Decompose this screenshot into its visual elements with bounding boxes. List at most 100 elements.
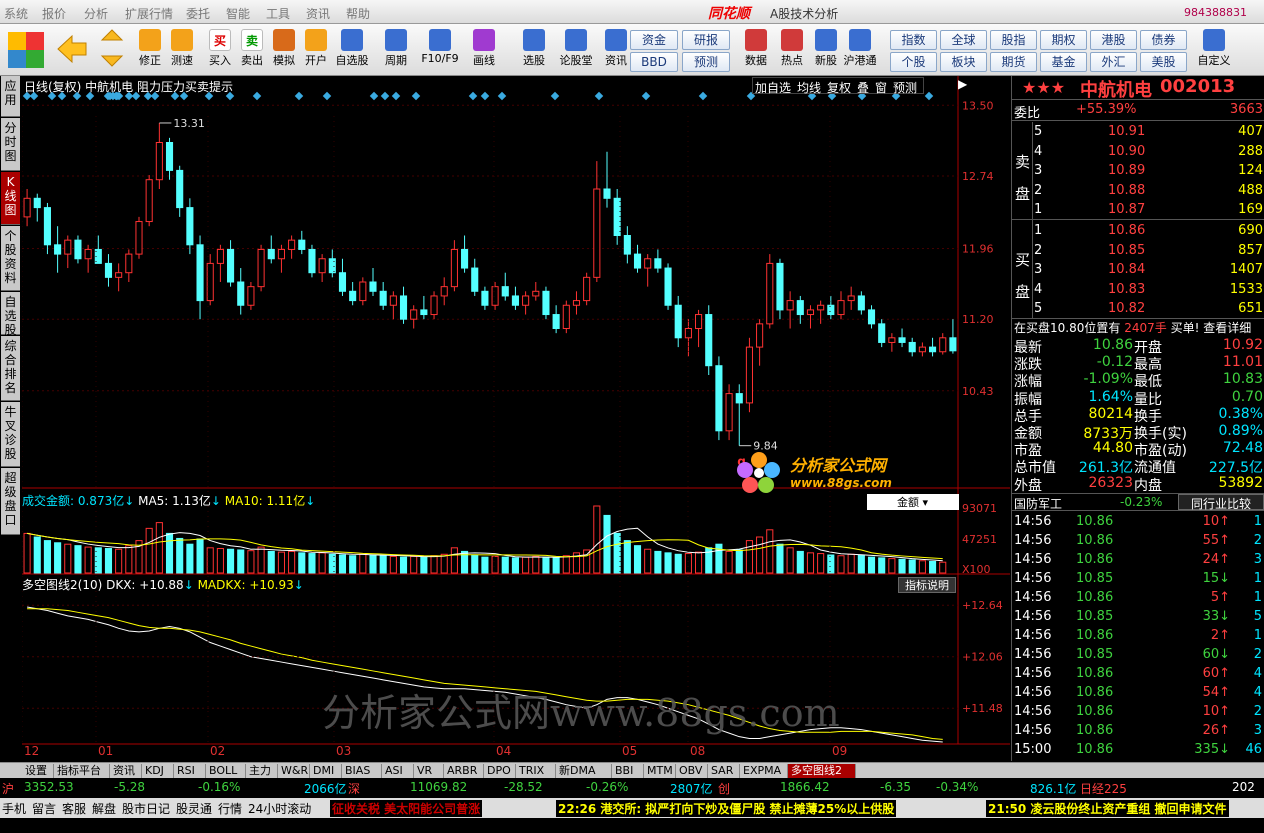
indicator-tab-15[interactable]: 新DMA xyxy=(556,764,612,778)
chart-tool-2[interactable]: 复权 xyxy=(827,79,851,96)
left-tab-7[interactable]: 超级盘口 xyxy=(1,468,20,535)
sector-name[interactable]: 国防军工 xyxy=(1014,495,1062,512)
menu-4[interactable]: 委托 xyxy=(186,5,210,22)
toolbar-btn-11[interactable]: 论股堂 xyxy=(556,26,596,74)
indicator-tab-8[interactable]: DMI xyxy=(310,764,342,778)
buy-row-3[interactable]: 3 10.84 1407 xyxy=(1012,262,1264,281)
toolbar-btn-13[interactable]: 数据 xyxy=(736,26,776,74)
left-tab-3[interactable]: 个股资料 xyxy=(1,226,20,291)
menu-3[interactable]: 扩展行情 xyxy=(125,5,173,22)
indicator-tab-20[interactable]: EXPMA xyxy=(740,764,788,778)
chart-arrow-icon[interactable]: ▶ xyxy=(958,77,974,93)
buy-row-4[interactable]: 4 10.83 1533 xyxy=(1012,282,1264,301)
sell-row-3[interactable]: 3 10.89 124 xyxy=(1012,163,1264,182)
indicator-tab-11[interactable]: VR xyxy=(414,764,444,778)
news-item-2[interactable]: 22:26 港交所: 拟严打向下炒及僵尸股 禁止摊薄25%以上供股 xyxy=(556,800,897,817)
indicator-tab-18[interactable]: OBV xyxy=(676,764,708,778)
sell-row-5[interactable]: 5 10.91 407 xyxy=(1012,124,1264,143)
toolbar-btn-5[interactable]: 开户 xyxy=(296,26,336,74)
menu-2[interactable]: 分析 xyxy=(84,5,108,22)
indicator-tab-3[interactable]: KDJ xyxy=(142,764,174,778)
indicator-tab-9[interactable]: BIAS xyxy=(342,764,382,778)
left-tab-4[interactable]: 自选股 xyxy=(1,292,20,337)
menu-7[interactable]: 资讯 xyxy=(306,5,330,22)
back-arrow-icon[interactable] xyxy=(56,34,88,64)
chart-tool-5[interactable]: 预测 xyxy=(893,79,917,96)
buy-row-1[interactable]: 1 10.86 690 xyxy=(1012,223,1264,242)
indicator-tab-0[interactable]: 设置 xyxy=(22,764,54,778)
menu-5[interactable]: 智能 xyxy=(226,5,250,22)
indicator-tab-4[interactable]: RSI xyxy=(174,764,206,778)
grid-btn-0-0[interactable]: 资金 xyxy=(630,30,678,50)
left-tab-5[interactable]: 综合排名 xyxy=(1,336,20,401)
status-item-7[interactable]: 24小时滚动 xyxy=(248,800,311,817)
market-btn-1-2[interactable]: 期货 xyxy=(990,52,1037,72)
menu-0[interactable]: 系统 xyxy=(4,5,28,22)
compare-button[interactable]: 同行业比较 xyxy=(1178,494,1264,511)
toolbar-btn-10[interactable]: 选股 xyxy=(514,26,554,74)
left-tab-0[interactable]: 应用 xyxy=(1,76,20,117)
sell-row-2[interactable]: 2 10.88 488 xyxy=(1012,183,1264,202)
market-btn-0-3[interactable]: 期权 xyxy=(1040,30,1087,50)
news-item-1[interactable]: 征收关税 美太阳能公司普涨 xyxy=(330,800,483,817)
chart-tool-3[interactable]: 叠 xyxy=(857,79,869,96)
buy-row-2[interactable]: 2 10.85 857 xyxy=(1012,243,1264,262)
indicator-tab-10[interactable]: ASI xyxy=(382,764,414,778)
indicator-help-button[interactable]: 指标说明 xyxy=(898,577,956,593)
indicator-tab-21[interactable]: 多空图线2 xyxy=(788,764,856,778)
kline-chart-area[interactable]: 13.50 12.74 11.96 11.20 10.43 13.31 9.84 q 93071… xyxy=(22,76,1010,761)
market-btn-1-0[interactable]: 个股 xyxy=(890,52,937,72)
indicator-tab-6[interactable]: 主力 xyxy=(246,764,278,778)
indicator-tab-1[interactable]: 指标平台 xyxy=(54,764,110,778)
status-item-3[interactable]: 解盘 xyxy=(92,800,116,817)
chart-tool-0[interactable]: 加自选 xyxy=(755,79,791,96)
menu-8[interactable]: 帮助 xyxy=(346,5,370,22)
status-item-5[interactable]: 股灵通 xyxy=(176,800,212,817)
market-btn-0-1[interactable]: 全球 xyxy=(940,30,987,50)
market-btn-1-4[interactable]: 外汇 xyxy=(1090,52,1137,72)
sell-row-1[interactable]: 1 10.87 169 xyxy=(1012,202,1264,221)
menu-6[interactable]: 工具 xyxy=(266,5,290,22)
market-btn-1-5[interactable]: 美股 xyxy=(1140,52,1187,72)
toolbar-btn-9[interactable]: 画线 xyxy=(464,26,504,74)
indicator-tab-5[interactable]: BOLL xyxy=(206,764,246,778)
menu-1[interactable]: 报价 xyxy=(42,5,66,22)
toolbar-btn-6[interactable]: 自选股 xyxy=(332,26,372,74)
market-btn-0-0[interactable]: 指数 xyxy=(890,30,937,50)
left-tab-6[interactable]: 牛叉诊股 xyxy=(1,402,20,467)
market-btn-1-1[interactable]: 板块 xyxy=(940,52,987,72)
toolbar-btn-8[interactable]: F10/F9 xyxy=(420,26,460,74)
toolbar-btn-7[interactable]: 周期 xyxy=(376,26,416,74)
indicator-tab-13[interactable]: DPO xyxy=(484,764,516,778)
note-detail-link[interactable]: 查看详细 xyxy=(1203,321,1251,335)
up-down-arrows-icon[interactable] xyxy=(100,28,124,72)
status-item-6[interactable]: 行情 xyxy=(218,800,242,817)
grid-btn-0-1[interactable]: 研报 xyxy=(682,30,730,50)
indicator-tab-14[interactable]: TRIX xyxy=(516,764,556,778)
indicator-tab-2[interactable]: 资讯 xyxy=(110,764,142,778)
status-item-2[interactable]: 客服 xyxy=(62,800,86,817)
indicator-tab-16[interactable]: BBI xyxy=(612,764,644,778)
status-item-4[interactable]: 股市日记 xyxy=(122,800,170,817)
buy-row-5[interactable]: 5 10.82 651 xyxy=(1012,301,1264,320)
news-item-3[interactable]: 21:50 凌云股份终止资产重组 撤回申请文件 xyxy=(986,800,1229,817)
status-item-1[interactable]: 留言 xyxy=(32,800,56,817)
market-btn-0-2[interactable]: 股指 xyxy=(990,30,1037,50)
indicator-tab-7[interactable]: W&R xyxy=(278,764,310,778)
chart-tool-1[interactable]: 均线 xyxy=(797,79,821,96)
grid-btn-1-0[interactable]: BBD xyxy=(630,52,678,72)
chart-tool-4[interactable]: 窗 xyxy=(875,79,887,96)
indicator-tab-17[interactable]: MTM xyxy=(644,764,676,778)
toolbar-btn-16[interactable]: 沪港通 xyxy=(840,26,880,74)
left-tab-1[interactable]: 分时图 xyxy=(1,118,20,171)
toolbar-btn-1[interactable]: 测速 xyxy=(162,26,202,74)
chart-canvas[interactable]: 13.5012.7411.9611.2010.4313.319.84q93071… xyxy=(22,76,1010,761)
sell-row-4[interactable]: 4 10.90 288 xyxy=(1012,144,1264,163)
grid-btn-1-1[interactable]: 预测 xyxy=(682,52,730,72)
market-btn-1-3[interactable]: 基金 xyxy=(1040,52,1087,72)
big-order-note[interactable]: 在买盘10.80位置有 2407手 买单! 查看详细 xyxy=(1014,319,1264,336)
left-tab-2[interactable]: K线图 xyxy=(1,172,20,225)
market-btn-0-4[interactable]: 港股 xyxy=(1090,30,1137,50)
indicator-tab-19[interactable]: SAR xyxy=(708,764,740,778)
indicator-tab-12[interactable]: ARBR xyxy=(444,764,484,778)
